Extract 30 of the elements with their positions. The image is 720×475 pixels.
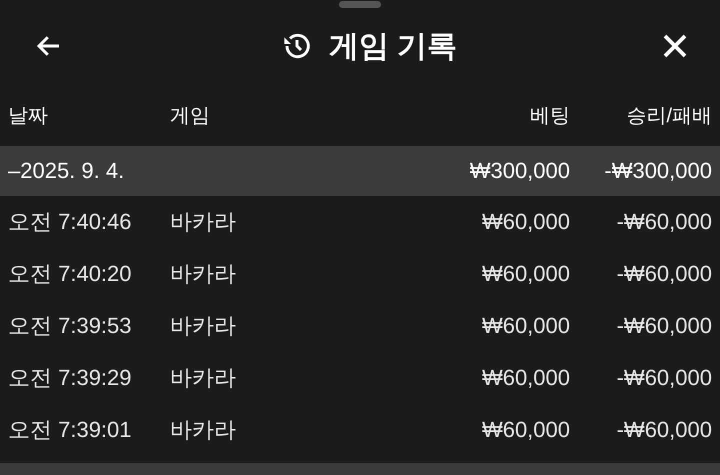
group-result-total: -₩300,000 [603,158,712,184]
table-cell-text: ₩60,000 [480,365,570,391]
group-bet-total: ₩300,000 [468,158,570,184]
column-header: 베팅 [529,104,570,128]
table-cell-text: 바카라 [170,208,237,236]
group-date: –2025. 9. 4. [8,158,126,184]
table-cell-text: 오전 7:40:20 [8,260,133,288]
table-cell-text: -₩60,000 [616,313,712,339]
table-cell-text: -₩60,000 [616,209,712,235]
table-cell-text: ₩60,000 [480,417,570,443]
table-cell-text: 바카라 [170,260,237,288]
table-cell-text: -₩60,000 [616,365,712,391]
table-cell-text: 바카라 [170,312,237,340]
column-header: 승리/패배 [625,104,712,128]
column-header: 날짜 [8,104,49,128]
table-cell-text: 바카라 [170,364,237,392]
table-cell-text: 오전 7:39:53 [8,312,133,340]
table-cell-text: ₩60,000 [480,261,570,287]
table-cell-text: ₩60,000 [480,313,570,339]
table-cell-text: 오전 7:39:29 [8,364,133,392]
date-group-row[interactable]: –2025. 9. 4. ₩300,000 -₩300,000 [0,146,720,196]
table-cell-text: ₩60,000 [480,209,570,235]
drag-handle[interactable] [339,1,381,8]
table-cell-text: 오전 7:40:46 [8,208,133,236]
table-cell-text: 오전 7:39:01 [8,416,133,444]
table-cell-text: 바카라 [170,416,237,444]
table-cell-text: -₩60,000 [616,417,712,443]
table-cell-text: -₩60,000 [616,261,712,287]
window-title: 게임 기록 [328,28,458,64]
column-header: 게임 [170,104,211,128]
